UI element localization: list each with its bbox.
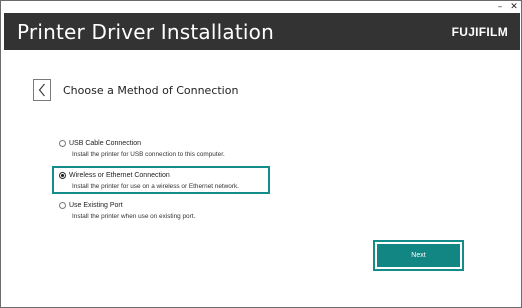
option-description: Install the printer for use on a wireles… [72, 183, 239, 190]
option-wireless-ethernet[interactable]: Wireless or Ethernet Connection Install … [59, 171, 273, 191]
page-heading: Choose a Method of Connection [63, 84, 239, 97]
brand-logo: FUJIFILM [451, 25, 508, 39]
option-description: Install the printer when use on existing… [72, 213, 196, 220]
app-title: Printer Driver Installation [17, 20, 274, 44]
back-button[interactable] [33, 79, 51, 101]
header-bar: Printer Driver Installation FUJIFILM [4, 13, 520, 50]
radio-usb-cable[interactable] [59, 140, 66, 147]
option-label: USB Cable Connection [69, 140, 141, 147]
option-label: Use Existing Port [69, 202, 123, 209]
close-button[interactable]: ✕ [509, 2, 519, 13]
installer-window: – ✕ Printer Driver Installation FUJIFILM… [0, 0, 522, 308]
window-controls: – ✕ [495, 1, 519, 13]
option-label: Wireless or Ethernet Connection [69, 172, 170, 179]
radio-existing-port[interactable] [59, 202, 66, 209]
option-usb-cable[interactable]: USB Cable Connection Install the printer… [59, 139, 273, 159]
next-button[interactable]: Next [377, 244, 460, 267]
radio-wireless-ethernet[interactable] [59, 172, 66, 179]
option-description: Install the printer for USB connection t… [72, 151, 225, 158]
chevron-left-icon [38, 83, 45, 97]
option-existing-port[interactable]: Use Existing Port Install the printer wh… [59, 201, 273, 221]
minimize-button[interactable]: – [495, 2, 505, 13]
